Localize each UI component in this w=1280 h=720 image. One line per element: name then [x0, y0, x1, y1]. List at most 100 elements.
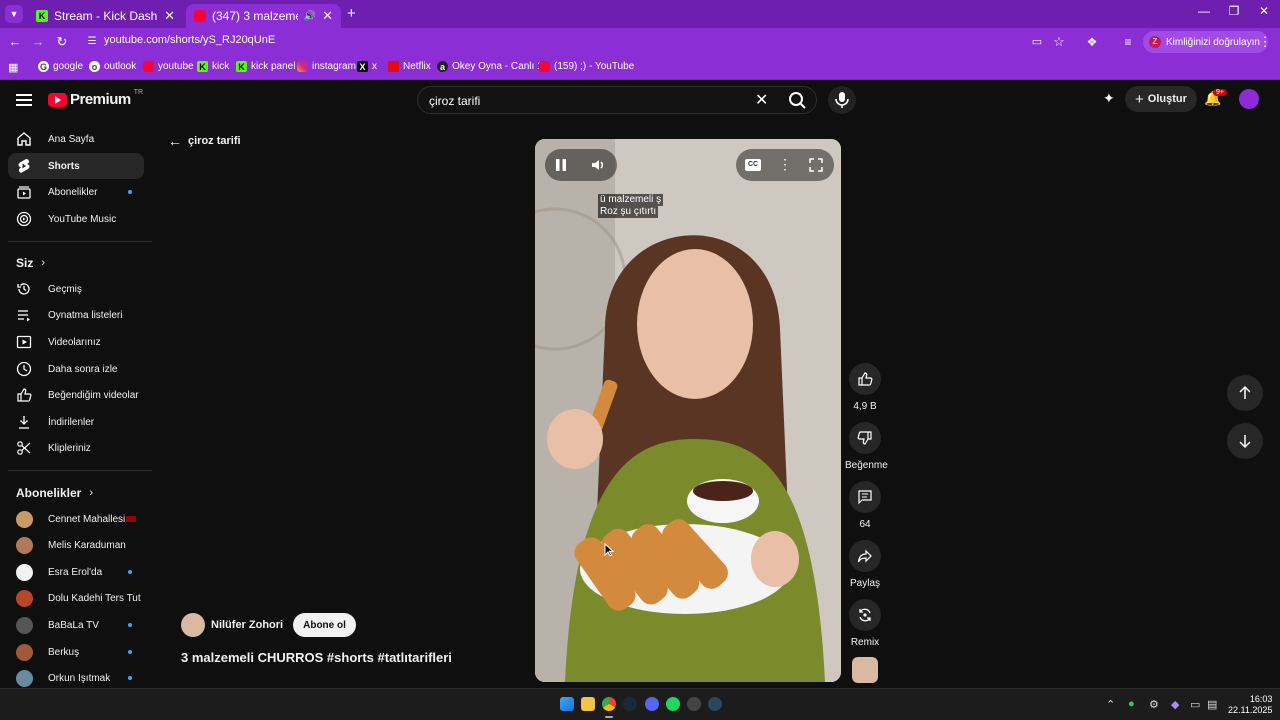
sidebar-channel-melis-karaduman[interactable]: Melis Karaduman [8, 532, 144, 558]
forward-icon[interactable]: → [29, 33, 47, 51]
bookmark-instagram[interactable]: instagram [297, 61, 356, 72]
sidebar-subscriptions-header[interactable]: Abonelikler › [16, 486, 93, 500]
sidebar-item-subscriptions[interactable]: Abonelikler [8, 179, 144, 205]
channel-name: Cennet Mahallesi [48, 513, 126, 525]
sidebar-item-playlists[interactable]: Oynatma listeleri [8, 302, 144, 328]
file-explorer-icon[interactable] [581, 697, 595, 711]
tray-app-icon[interactable]: ● [1128, 698, 1135, 710]
dislike-button[interactable]: Beğenme [845, 422, 888, 471]
tab-kick-dashboard[interactable]: K Stream - Kick Dashboard ✕ [28, 4, 183, 28]
sidebar-item-label: Geçmiş [48, 283, 82, 295]
bookmark-outlook[interactable]: o outlook [89, 61, 136, 72]
spotify-icon[interactable] [666, 697, 680, 711]
channel-avatar[interactable] [181, 613, 205, 637]
create-button[interactable]: + Oluştur [1125, 86, 1197, 112]
sidebar-item-your-videos[interactable]: Videolarınız [8, 329, 144, 355]
sound-thumbnail[interactable] [852, 657, 878, 683]
bookmark-x[interactable]: Xx [357, 61, 377, 72]
youtube-premium-logo[interactable]: Premium TR [48, 89, 143, 108]
sidebar-channel-berkus[interactable]: Berkuş [8, 639, 144, 665]
close-window-icon[interactable]: ✕ [1250, 4, 1278, 18]
sidebar-channel-babala-tv[interactable]: BaBaLa TV [8, 612, 144, 638]
sidebar-channel-dolu-kadehi[interactable]: Dolu Kadehi Ters Tut [8, 585, 144, 611]
address-bar[interactable]: youtube.com/shorts/yS_RJ20qUnE [104, 34, 275, 46]
bookmark-google[interactable]: Ggoogle [38, 61, 83, 72]
volume-icon[interactable] [589, 156, 607, 174]
chrome-icon[interactable] [602, 697, 616, 711]
channel-avatar [16, 563, 33, 581]
like-button[interactable]: 4,9 B [845, 363, 885, 412]
bookmark-label: Netflix [403, 61, 431, 72]
search-button[interactable] [780, 88, 816, 112]
short-title[interactable]: 3 malzemeli CHURROS #shorts #tatlıtarifl… [181, 650, 452, 665]
tray-overflow-icon[interactable]: ⌃ [1106, 698, 1115, 711]
fullscreen-icon[interactable] [808, 157, 824, 173]
account-avatar[interactable] [1239, 89, 1259, 109]
sidebar-item-youtube-music[interactable]: YouTube Music [8, 206, 144, 232]
previous-short-button[interactable] [1227, 375, 1263, 411]
channel-name[interactable]: Nilüfer Zohori [211, 619, 283, 631]
bookmark-star-icon[interactable]: ☆ [1050, 33, 1068, 51]
captions-icon[interactable]: CC [745, 159, 761, 171]
sidebar-item-watch-later[interactable]: Daha sonra izle [8, 356, 144, 382]
short-video-player[interactable]: CC ⋮ ü malzemeli ş Roz şu çıtırtı [535, 139, 841, 682]
audio-playing-icon[interactable]: 🔊 [304, 11, 316, 22]
hamburger-menu-icon[interactable] [16, 91, 32, 107]
close-tab-icon[interactable]: ✕ [164, 8, 175, 24]
comments-button[interactable]: 64 [845, 481, 885, 530]
minimize-icon[interactable]: — [1190, 4, 1218, 18]
sparkle-icon[interactable]: ✦ [1103, 90, 1115, 107]
gaming-app-icon[interactable] [687, 697, 701, 711]
sidebar-item-liked-videos[interactable]: Beğendiğim videolar [8, 382, 144, 408]
restore-icon[interactable]: ❐ [1220, 4, 1248, 18]
bookmark-okey[interactable]: a Okey Oyna - Canlı 1... [437, 61, 551, 72]
bookmark-kick-panel[interactable]: Kkick panel [236, 61, 295, 72]
sidebar-item-history[interactable]: Geçmiş [8, 276, 144, 302]
search-input[interactable]: çiroz tarifi [429, 94, 480, 108]
steam-secondary-icon[interactable] [708, 697, 722, 711]
remix-button[interactable]: Remix [845, 599, 885, 648]
steam-icon[interactable] [623, 697, 637, 711]
back-to-search-button[interactable]: ← çiroz tarifi [168, 133, 241, 149]
sidebar-item-home[interactable]: Ana Sayfa [8, 126, 144, 152]
tray-steam-icon[interactable]: ⚙ [1149, 698, 1159, 711]
next-short-button[interactable] [1227, 423, 1263, 459]
apps-icon[interactable]: ▦ [8, 61, 18, 74]
discord-icon[interactable] [645, 697, 659, 711]
more-options-icon[interactable]: ⋮ [778, 156, 792, 173]
bookmark-kick[interactable]: Kkick [197, 61, 229, 72]
bookmark-youtube[interactable]: youtube [143, 61, 194, 72]
site-info-icon[interactable]: ☰ [83, 33, 101, 51]
back-icon[interactable]: ← [6, 33, 24, 51]
sidebar-item-downloads[interactable]: İndirilenler [8, 409, 144, 435]
sidebar-channel-cennet-mahallesi[interactable]: Cennet Mahallesi [8, 506, 144, 532]
new-content-dot [128, 676, 132, 680]
profile-initial: Z [1149, 36, 1161, 48]
new-tab-button[interactable]: + [347, 5, 356, 22]
cast-icon[interactable]: ▭ [1028, 33, 1046, 51]
more-menu-icon[interactable]: ⋮ [1256, 33, 1274, 51]
search-box[interactable]: çiroz tarifi ✕ [417, 86, 817, 114]
voice-search-button[interactable] [828, 86, 856, 114]
tray-microphone-icon[interactable]: ◆ [1171, 698, 1179, 711]
windows-start-icon[interactable] [560, 697, 574, 711]
extensions-icon[interactable]: ❖ [1083, 33, 1101, 51]
reading-list-icon[interactable]: ≡ [1119, 33, 1137, 51]
subscribe-button[interactable]: Abone ol [293, 613, 356, 637]
sidebar-item-clips[interactable]: Klipleriniz [8, 435, 144, 461]
reload-icon[interactable]: ↻ [53, 33, 71, 51]
tab-youtube-short[interactable]: (347) 3 malzemeli CHURRO 🔊 ✕ [186, 4, 341, 28]
sidebar-channel-esra-erolda[interactable]: Esra Erol'da [8, 559, 144, 585]
share-button[interactable]: Paylaş [845, 540, 885, 589]
pause-icon[interactable] [552, 156, 570, 174]
tab-search-button[interactable]: ▼ [5, 5, 23, 23]
close-tab-icon[interactable]: ✕ [322, 8, 333, 24]
sidebar-you-header[interactable]: Siz › [16, 256, 45, 270]
bookmark-netflix[interactable]: Netflix [388, 61, 431, 72]
sidebar-item-shorts[interactable]: Shorts [8, 153, 144, 179]
clear-search-icon[interactable]: ✕ [755, 90, 768, 110]
system-clock[interactable]: 16:03 22.11.2025 [1228, 694, 1272, 716]
verify-identity-button[interactable]: Z Kimliğinizi doğrulayın [1143, 31, 1268, 53]
bookmark-youtube-159[interactable]: (159) ;) - YouTube [539, 61, 634, 72]
tray-display-icon[interactable]: ▭ [1190, 698, 1200, 711]
